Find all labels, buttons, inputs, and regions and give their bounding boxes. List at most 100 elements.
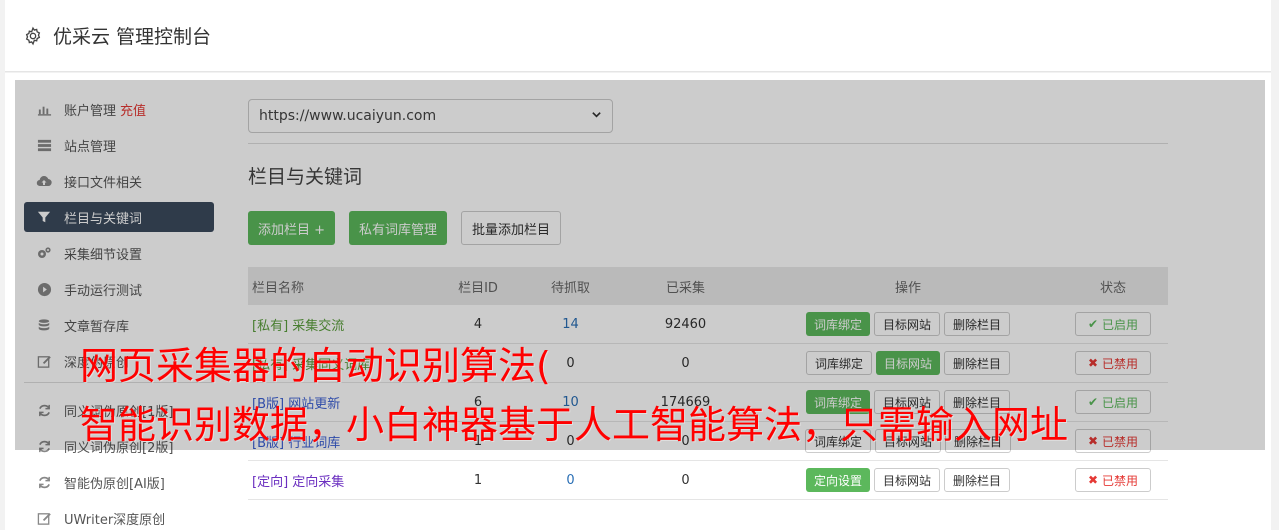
row-tag: [定向] xyxy=(252,474,289,490)
column-pending[interactable]: 14 xyxy=(528,317,613,332)
refresh-icon xyxy=(36,474,52,490)
row-status: ✖ 已禁用 xyxy=(1058,429,1168,453)
gear-icon xyxy=(25,26,41,45)
cloud-upload-icon xyxy=(36,173,52,189)
site-select-value: https://www.ucaiyun.com xyxy=(259,108,437,124)
toolbar: 添加栏目 + 私有词库管理 批量添加栏目 xyxy=(248,211,1168,245)
sidebar-item-label: 智能伪原创[AI版] xyxy=(64,476,165,492)
column-collected: 0 xyxy=(681,355,690,371)
status-toggle[interactable]: ✔ 已启用 xyxy=(1074,390,1152,414)
status-toggle[interactable]: ✖ 已禁用 xyxy=(1074,429,1152,453)
refresh-icon xyxy=(36,438,52,454)
sidebar-item-label: 文章暂存库 xyxy=(64,319,130,335)
check-icon: ✔ xyxy=(1087,317,1099,331)
private-lib-button[interactable]: 私有词库管理 xyxy=(349,211,448,245)
sidebar-item-sites[interactable]: 站点管理 xyxy=(24,130,214,160)
sidebar-item-article-store[interactable]: 文章暂存库 xyxy=(24,310,214,340)
server-icon xyxy=(36,137,52,153)
header-status: 状态 xyxy=(1099,280,1126,296)
divider xyxy=(248,143,1168,144)
section-title: 栏目与关键词 xyxy=(248,166,363,188)
chevron-down-icon xyxy=(591,108,602,124)
recharge-link[interactable]: 充值 xyxy=(120,100,146,119)
top-bar: 优采云 管理控制台 xyxy=(5,0,1271,72)
column-name[interactable]: [定向] 定向采集 xyxy=(248,471,428,490)
filter-icon xyxy=(36,209,52,225)
play-circle-icon xyxy=(36,281,52,297)
lib-bind-button[interactable]: 词库绑定 xyxy=(805,351,872,375)
gears-icon xyxy=(36,245,52,261)
sidebar-item-label: 接口文件相关 xyxy=(64,175,143,191)
header-ops: 操作 xyxy=(894,280,921,296)
status-label: 已启用 xyxy=(1102,395,1139,410)
row-ops: 词库绑定 目标网站 删除栏目 xyxy=(758,312,1058,336)
sidebar-item-label: UWriter深度原创 xyxy=(64,512,166,528)
row-name: 采集交流 xyxy=(292,318,345,334)
check-icon: ✔ xyxy=(1087,395,1099,409)
page-title: 优采云 管理控制台 xyxy=(53,26,212,48)
sidebar-item-uwriter[interactable]: UWriter深度原创 xyxy=(24,503,214,530)
row-name: 定向采集 xyxy=(292,474,345,490)
status-label: 已禁用 xyxy=(1102,473,1139,488)
row-tag: [私有] xyxy=(252,318,289,334)
status-label: 已禁用 xyxy=(1102,356,1139,371)
sidebar-item-ai-rewrite[interactable]: 智能伪原创[AI版] xyxy=(24,467,214,497)
status-label: 已启用 xyxy=(1102,317,1139,332)
sidebar-item-label: 采集细节设置 xyxy=(64,247,143,263)
header-id: 栏目ID xyxy=(458,280,498,296)
delete-column-button[interactable]: 删除栏目 xyxy=(944,351,1011,375)
column-pending[interactable]: 0 xyxy=(528,473,613,488)
close-icon: ✖ xyxy=(1087,473,1099,487)
sidebar-item-label: 栏目与关键词 xyxy=(64,211,143,227)
header-pending: 待抓取 xyxy=(550,280,590,296)
lib-bind-button[interactable]: 词库绑定 xyxy=(805,312,870,336)
sidebar-item-interface[interactable]: 接口文件相关 xyxy=(24,166,214,196)
target-site-button[interactable]: 目标网站 xyxy=(873,312,940,336)
row-ops: 词库绑定 目标网站 删除栏目 xyxy=(758,351,1058,375)
edit-icon xyxy=(36,353,52,369)
row-status: ✖ 已禁用 xyxy=(1058,468,1168,492)
delete-column-button[interactable]: 删除栏目 xyxy=(944,312,1011,336)
close-icon: ✖ xyxy=(1087,434,1099,448)
add-column-button[interactable]: 添加栏目 + xyxy=(248,211,336,245)
sidebar-item-label: 手动运行测试 xyxy=(64,283,143,299)
sidebar-item-label: 站点管理 xyxy=(64,139,117,155)
column-name[interactable]: [私有] 采集交流 xyxy=(248,315,428,334)
sidebar-item-collect-settings[interactable]: 采集细节设置 xyxy=(24,238,214,268)
delete-column-button[interactable]: 删除栏目 xyxy=(944,468,1011,492)
sidebar-item-account[interactable]: 账户管理 充值 xyxy=(24,94,214,124)
header-name: 栏目名称 xyxy=(252,280,305,296)
table-row: [定向] 定向采集 1 0 0 定向设置 目标网站 删除栏目 ✖ 已禁用 xyxy=(248,461,1168,500)
site-select[interactable]: https://www.ucaiyun.com xyxy=(248,99,613,133)
column-collected: 0 xyxy=(681,472,690,488)
table-header: 栏目名称 栏目ID 待抓取 已采集 操作 状态 xyxy=(248,267,1168,305)
status-label: 已禁用 xyxy=(1102,434,1139,449)
database-icon xyxy=(36,317,52,333)
row-status: ✔ 已启用 xyxy=(1058,312,1168,336)
row-status: ✖ 已禁用 xyxy=(1058,351,1168,375)
edit-icon xyxy=(36,510,52,526)
row-ops: 定向设置 目标网站 删除栏目 xyxy=(758,468,1058,492)
sidebar-item-label: 账户管理 xyxy=(64,103,117,119)
batch-add-button[interactable]: 批量添加栏目 xyxy=(461,211,562,245)
row-status: ✔ 已启用 xyxy=(1058,390,1168,414)
column-id: 4 xyxy=(473,316,483,332)
caption-line-2: 智能识别数据，小白神器基于人工智能算法，只需输入网址 xyxy=(80,403,1069,447)
caption-line-1: 网页采集器的自动识别算法( xyxy=(80,344,551,388)
sidebar: 账户管理 充值 站点管理 接口文件相关 栏目与关键词 采集细节设置 手动运行测试 xyxy=(24,94,214,530)
table-row: [私有] 采集交流 4 14 92460 词库绑定 目标网站 删除栏目 ✔ 已启用 xyxy=(248,305,1168,344)
status-toggle[interactable]: ✔ 已启用 xyxy=(1074,312,1152,336)
direct-settings-button[interactable]: 定向设置 xyxy=(805,468,870,492)
column-id: 1 xyxy=(473,472,483,488)
status-toggle[interactable]: ✖ 已禁用 xyxy=(1074,468,1152,492)
refresh-icon xyxy=(36,402,52,418)
bar-chart-icon xyxy=(36,101,52,117)
target-site-button[interactable]: 目标网站 xyxy=(873,468,940,492)
sidebar-item-manual-run[interactable]: 手动运行测试 xyxy=(24,274,214,304)
header-collected: 已采集 xyxy=(665,280,705,296)
column-collected: 92460 xyxy=(664,316,707,332)
target-site-button[interactable]: 目标网站 xyxy=(875,351,940,375)
sidebar-item-columns[interactable]: 栏目与关键词 xyxy=(24,202,214,232)
status-toggle[interactable]: ✖ 已禁用 xyxy=(1074,351,1152,375)
close-icon: ✖ xyxy=(1087,356,1099,370)
